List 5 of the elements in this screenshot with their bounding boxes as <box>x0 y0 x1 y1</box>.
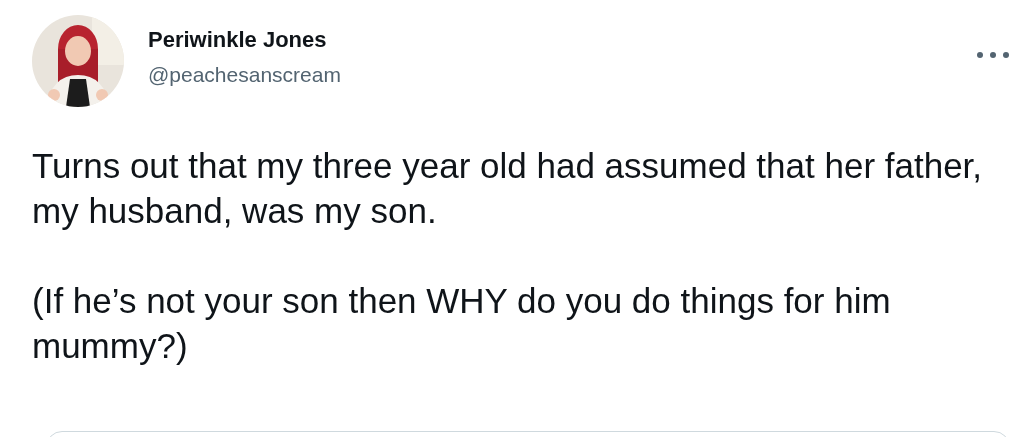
tweet-text: (If he’s not your son then WHY do you do things for him mummy?) <box>32 280 892 367</box>
tweet-text: Turns out that my three year old had assumed that her father, my husband, was my son. <box>32 145 984 232</box>
author-name[interactable]: Periwinkle Jones <box>148 25 341 55</box>
more-icon[interactable] <box>976 51 1010 59</box>
author-handle[interactable]: @peachesanscream <box>148 61 341 89</box>
